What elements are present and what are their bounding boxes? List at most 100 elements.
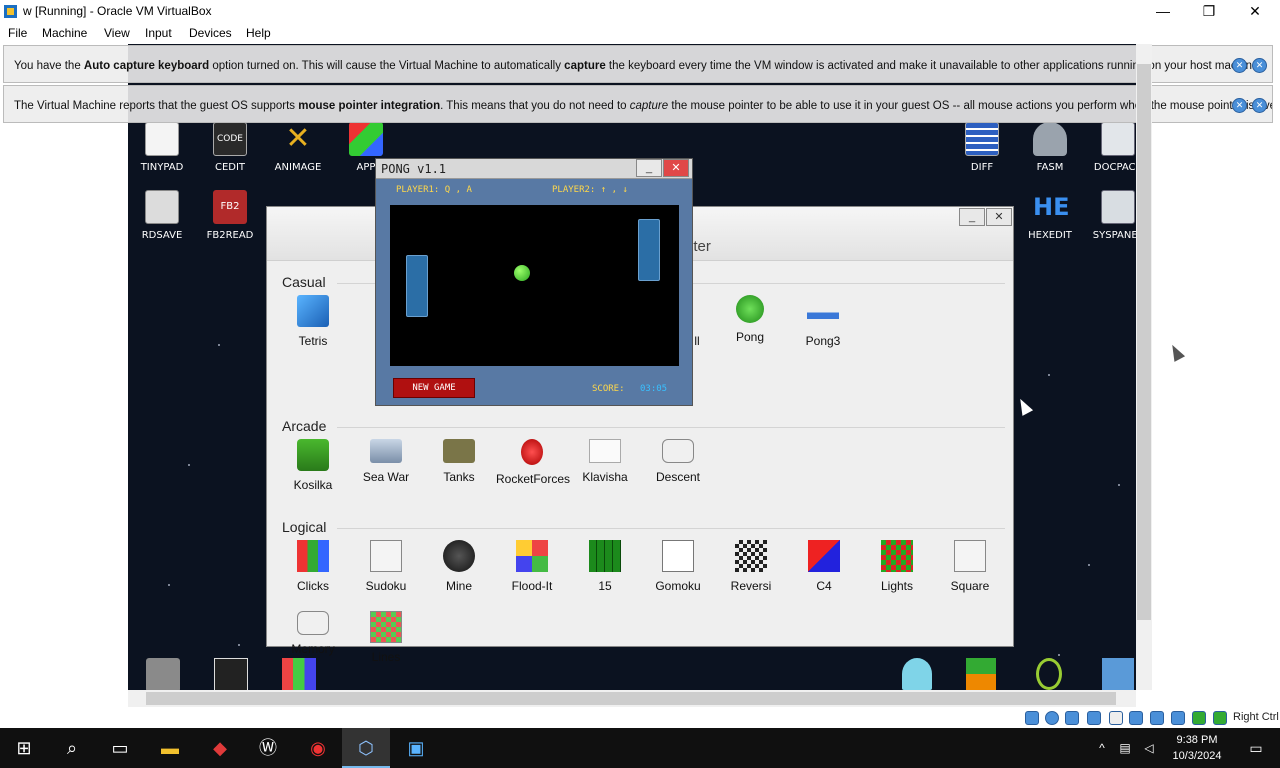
scroll-thumb[interactable]: [146, 692, 1116, 705]
game-label: Reversi: [730, 579, 772, 593]
notification-info-button[interactable]: ✕: [1232, 98, 1247, 113]
menu-machine[interactable]: Machine: [42, 26, 87, 40]
desktop-icon-docpack[interactable]: DOCPACK: [1086, 122, 1136, 173]
game-sea-war[interactable]: Sea War: [350, 439, 422, 484]
game-square[interactable]: Square: [934, 540, 1006, 593]
desktop-icon-animage[interactable]: ✕ ANIMAGE: [266, 122, 330, 174]
game-klavisha[interactable]: Klavisha: [569, 439, 641, 484]
notification-info-button[interactable]: ✕: [1232, 58, 1247, 73]
game-label: Pong3: [805, 334, 841, 348]
mouse-integration-icon[interactable]: [1213, 711, 1227, 725]
pong-titlebar[interactable]: PONG v1.1 _ ✕: [376, 159, 692, 179]
game-lights[interactable]: Lights: [861, 540, 933, 593]
desktop-icon-hexedit[interactable]: HE HEXEDIT: [1018, 190, 1082, 241]
display-icon[interactable]: [1129, 711, 1143, 725]
games-minimize-button[interactable]: _: [959, 208, 985, 226]
desktop-icon-bottom-3[interactable]: [282, 658, 316, 690]
cpu-icon[interactable]: [1171, 711, 1185, 725]
obs-icon[interactable]: ◉: [294, 728, 342, 768]
pong-close-button[interactable]: ✕: [663, 159, 689, 177]
game-flood-it[interactable]: Flood-It: [496, 540, 568, 593]
desktop-icon-syspanel[interactable]: SYSPANEL: [1086, 190, 1136, 241]
game-descent[interactable]: Descent: [642, 439, 714, 484]
vertical-scrollbar[interactable]: [1136, 44, 1152, 690]
desktop-icon-diff[interactable]: DIFF: [950, 122, 1014, 173]
close-button[interactable]: ✕: [1232, 0, 1278, 23]
wordpress-icon[interactable]: Ⓦ: [244, 728, 292, 768]
menu-file[interactable]: File: [8, 26, 27, 40]
desktop-icon-tinypad[interactable]: TINYPAD: [130, 122, 194, 173]
game-c4[interactable]: C4: [788, 540, 860, 593]
game-pong3[interactable]: Pong3: [787, 295, 859, 348]
game-tetris[interactable]: Tetris: [277, 295, 349, 348]
menu-devices[interactable]: Devices: [189, 26, 232, 40]
optical-drive-icon[interactable]: [1045, 711, 1059, 725]
clock-time: 9:38 PM: [1176, 734, 1218, 746]
vm-window-taskbar-icon[interactable]: ▣: [392, 728, 440, 768]
game-mine[interactable]: Mine: [423, 540, 495, 593]
network-icon[interactable]: [1065, 711, 1079, 725]
taskbar: ⊞ ⌕ ▭ ▬ ◆ Ⓦ ◉ ⬡ ▣ ^ ▤ ◁ 9:38 PM 10/3/202…: [0, 728, 1280, 768]
desktop-icon-fasm[interactable]: FASM: [1018, 122, 1082, 173]
game-pong[interactable]: Pong: [714, 295, 786, 344]
snake-icon[interactable]: [1036, 658, 1062, 690]
vm-display[interactable]: TINYPAD CODE CEDIT ✕ ANIMAGE APP RDSAVE …: [128, 44, 1136, 690]
games-close-button[interactable]: ✕: [986, 208, 1012, 226]
square-icon: [954, 540, 986, 572]
game-kosilka[interactable]: Kosilka: [277, 439, 349, 492]
menu-view[interactable]: View: [104, 26, 130, 40]
virtualbox-taskbar-icon[interactable]: ⬡: [342, 728, 390, 768]
lines-icon: [370, 611, 402, 643]
bird-icon[interactable]: [902, 658, 932, 690]
game-lines[interactable]: Lines: [350, 611, 422, 664]
pong-minimize-button[interactable]: _: [636, 159, 662, 177]
guest-additions-icon[interactable]: [1192, 711, 1206, 725]
game-rocketforces[interactable]: RocketForces: [496, 439, 570, 486]
notification-close-button[interactable]: ✕: [1252, 58, 1267, 73]
scroll-thumb[interactable]: [1137, 64, 1151, 620]
desktop-icon-rdsave[interactable]: RDSAVE: [130, 190, 194, 241]
volume-icon[interactable]: ◁: [1138, 728, 1160, 768]
game-label: Square: [950, 579, 990, 593]
pong-window[interactable]: PONG v1.1 _ ✕ PLAYER1: Q , A PLAYER2: ↑ …: [375, 158, 693, 406]
blocks-icon[interactable]: [966, 658, 996, 690]
tank-icon: [443, 439, 475, 463]
game-tanks[interactable]: Tanks: [423, 439, 495, 484]
desktop-icon-bottom-1[interactable]: [146, 658, 180, 690]
category-casual: Casual: [282, 274, 326, 290]
desktop-icon-bottom-2[interactable]: [214, 658, 248, 690]
category-arcade: Arcade: [282, 418, 327, 434]
menu-input[interactable]: Input: [145, 26, 172, 40]
notifications-icon[interactable]: ▭: [1232, 728, 1280, 768]
task-view-icon[interactable]: ▭: [96, 728, 144, 768]
windows-start-icon[interactable]: ⊞: [0, 728, 48, 768]
desktop-icon-fb2read[interactable]: FB2 FB2READ: [198, 190, 262, 241]
minimize-button[interactable]: —: [1140, 0, 1186, 23]
gamepad-icon: [662, 439, 694, 463]
recording-icon[interactable]: [1150, 711, 1164, 725]
maximize-button[interactable]: ❐: [1186, 0, 1232, 23]
new-game-button[interactable]: NEW GAME: [393, 378, 475, 398]
network-status-icon[interactable]: ▤: [1114, 728, 1136, 768]
game-sudoku[interactable]: Sudoku: [350, 540, 422, 593]
game-memory[interactable]: Memory: [277, 611, 349, 656]
game-clicks[interactable]: Clicks: [277, 540, 349, 593]
file-explorer-icon[interactable]: ▬: [146, 728, 194, 768]
horizontal-scrollbar[interactable]: [128, 690, 1136, 707]
taskbar-app-red-icon[interactable]: ◆: [196, 728, 244, 768]
pong-court[interactable]: [390, 205, 679, 366]
desktop-icon-cedit[interactable]: CODE CEDIT: [198, 122, 262, 173]
hard-disk-icon[interactable]: [1025, 711, 1039, 725]
cube-icon[interactable]: [1102, 658, 1134, 690]
chevron-up-icon[interactable]: ^: [1092, 728, 1112, 768]
notification-close-button[interactable]: ✕: [1252, 98, 1267, 113]
game-gomoku[interactable]: Gomoku: [642, 540, 714, 593]
system-clock[interactable]: 9:38 PM 10/3/2024: [1166, 732, 1228, 764]
search-icon[interactable]: ⌕: [48, 728, 96, 768]
shared-folders-icon[interactable]: [1109, 711, 1123, 725]
game-15[interactable]: 15: [569, 540, 641, 593]
menu-help[interactable]: Help: [246, 26, 271, 40]
desktop-icon-label: FB2READ: [206, 230, 254, 241]
game-reversi[interactable]: Reversi: [715, 540, 787, 593]
usb-icon[interactable]: [1087, 711, 1101, 725]
